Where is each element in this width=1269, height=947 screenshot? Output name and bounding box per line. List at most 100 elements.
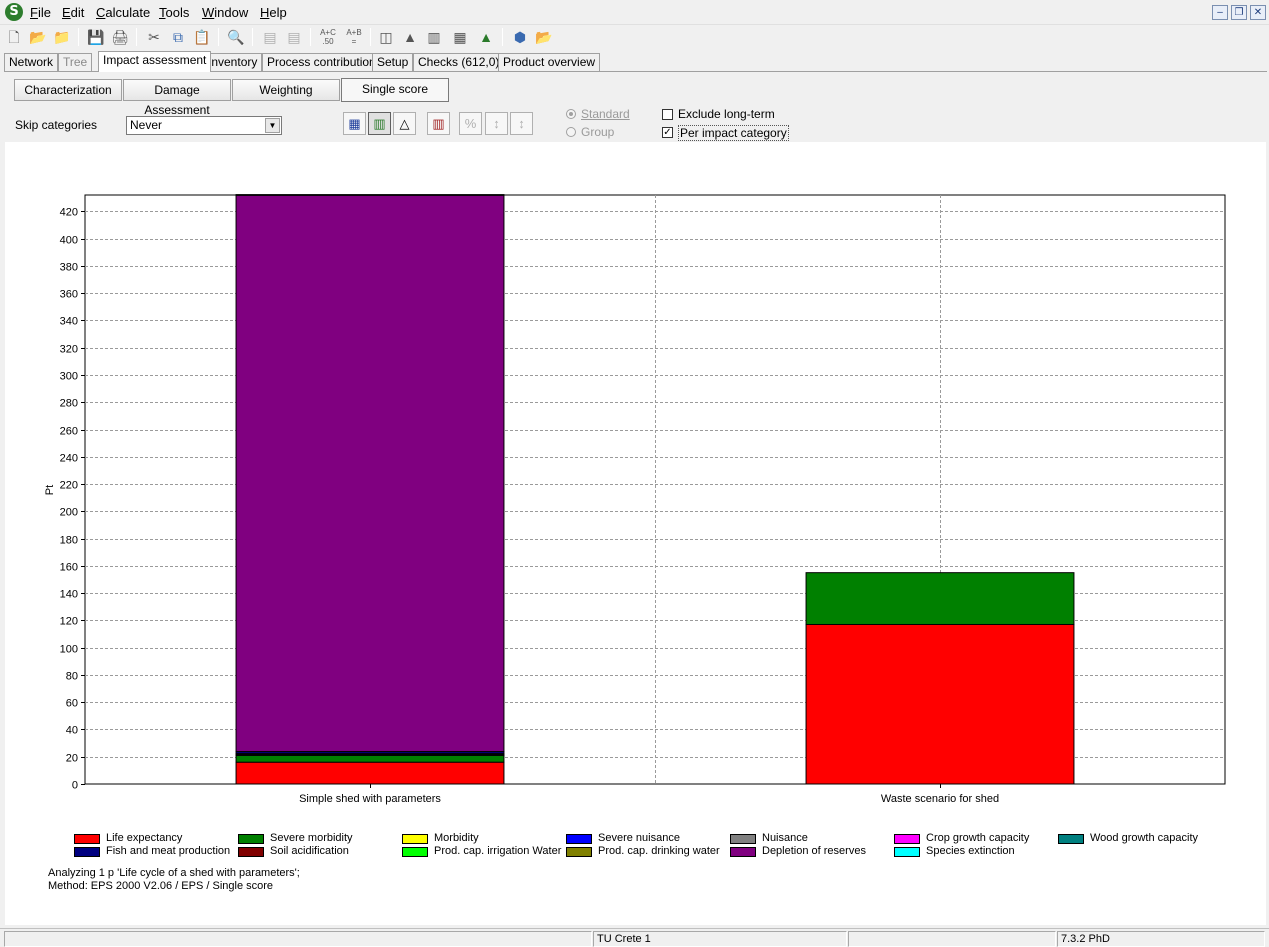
- status-version: 7.3.2 PhD: [1057, 931, 1265, 947]
- exclude-long-term-checkbox[interactable]: [662, 109, 673, 120]
- print-icon[interactable]: 🖨: [110, 27, 130, 47]
- subtab-damage-assessment[interactable]: Damage Assessment: [123, 79, 231, 117]
- library-icon[interactable]: ⬢: [510, 27, 530, 47]
- restore-icon[interactable]: ❐: [1231, 5, 1247, 20]
- legend-swatch: [238, 834, 264, 844]
- calculate-sum-icon[interactable]: A+B =: [344, 27, 364, 47]
- tab-product-overview[interactable]: Product overview: [498, 53, 601, 71]
- network-icon[interactable]: ◫: [376, 27, 396, 47]
- y-tick-label: 420: [60, 207, 78, 219]
- cut-icon[interactable]: ✂: [144, 27, 164, 47]
- group-radio: [566, 127, 576, 137]
- toolbar-separator: [252, 28, 253, 46]
- x-tick-label: Simple shed with parameters: [299, 793, 441, 805]
- legend-label: Severe morbidity: [270, 832, 353, 844]
- subtab-weighting[interactable]: Weighting: [232, 79, 340, 101]
- folders-icon[interactable]: 📂: [534, 27, 554, 47]
- toolbar-separator: [218, 28, 219, 46]
- group-label: Group: [581, 125, 615, 139]
- legend-swatch: [894, 847, 920, 857]
- legend-swatch: [74, 834, 100, 844]
- save-icon[interactable]: 💾: [86, 27, 106, 47]
- legend-swatch: [238, 847, 264, 857]
- open-project-icon[interactable]: 📁: [52, 27, 72, 47]
- method-description: Method: EPS 2000 V2.06 / EPS / Single sc…: [48, 880, 274, 892]
- legend-label: Prod. cap. irrigation Water: [434, 845, 562, 857]
- subtab-single-score[interactable]: Single score: [341, 78, 449, 102]
- menu-tools[interactable]: Tools: [159, 5, 189, 20]
- toolbar-separator: [136, 28, 137, 46]
- tab-inventory[interactable]: Inventory: [203, 53, 263, 71]
- tab-checks[interactable]: Checks (612,0): [413, 53, 505, 71]
- legend-swatch: [402, 834, 428, 844]
- per-impact-category-label[interactable]: Per impact category: [678, 125, 789, 141]
- toolbar-separator: [502, 28, 503, 46]
- menu-window[interactable]: Window: [202, 5, 248, 20]
- search-icon[interactable]: 🔍: [226, 27, 246, 47]
- legend-swatch: [894, 834, 920, 844]
- single-score-chart: Pt 0 20 40 60 80 100 120 140 160 180 200 220 240 260 2…: [44, 194, 1226, 805]
- y-tick-label: 80: [66, 671, 78, 683]
- legend-label: Prod. cap. drinking water: [598, 845, 720, 857]
- legend-label: Soil acidification: [270, 845, 349, 857]
- calculate-compare-icon[interactable]: A+C .50: [318, 27, 338, 47]
- menu-help[interactable]: Help: [260, 5, 287, 20]
- chevron-down-icon[interactable]: ▼: [265, 118, 280, 133]
- menu-file[interactable]: File: [30, 5, 51, 20]
- bar-segment: [235, 194, 505, 753]
- paste-icon[interactable]: 📋: [192, 27, 212, 47]
- exclude-long-term-label[interactable]: Exclude long-term: [678, 107, 775, 121]
- toolbar: 🗋 📂 📁 💾 🖨 ✂ ⧉ 📋 🔍 ▤ ▤ A+C .50 A+B = ◫ ▲ …: [0, 25, 1269, 50]
- subtab-characterization[interactable]: Characterization: [14, 79, 122, 101]
- legend-label: Severe nuisance: [598, 832, 680, 844]
- y-tick-label: 120: [60, 616, 78, 628]
- y-tick-label: 180: [60, 535, 78, 547]
- sort-percent-desc-icon: ↕: [510, 112, 533, 135]
- legend-label: Wood growth capacity: [1090, 832, 1199, 844]
- per-impact-category-checkbox[interactable]: ✓: [662, 127, 673, 138]
- insert-process-icon: ▤: [263, 29, 277, 45]
- distribution-icon[interactable]: ▲: [476, 27, 496, 47]
- close-icon[interactable]: ✕: [1250, 5, 1266, 20]
- legend-swatch: [74, 847, 100, 857]
- skip-categories-select[interactable]: Never ▼: [126, 116, 282, 135]
- legend-swatch: [566, 847, 592, 857]
- legend-label: Nuisance: [762, 832, 808, 844]
- tab-network[interactable]: Network: [4, 53, 59, 71]
- chart-options-icon[interactable]: ▥: [427, 112, 450, 135]
- chart-view-icon[interactable]: ▥: [368, 112, 391, 135]
- tree-icon[interactable]: ▲: [400, 27, 420, 47]
- y-tick-label: 240: [60, 453, 78, 465]
- tab-setup[interactable]: Setup: [372, 53, 414, 71]
- table-view-icon[interactable]: ▦: [343, 112, 366, 135]
- open-icon[interactable]: 📂: [28, 27, 48, 47]
- bar-segment: [805, 623, 1075, 785]
- bar-segment: [235, 761, 505, 785]
- y-tick-label: 100: [60, 644, 78, 656]
- y-tick-label: 20: [66, 753, 78, 765]
- y-tick-label: 40: [66, 725, 78, 737]
- toolbar-separator: [310, 28, 311, 46]
- menu-edit[interactable]: Edit: [62, 5, 84, 20]
- bar-chart-icon[interactable]: ▥: [424, 27, 444, 47]
- legend-swatch: [566, 834, 592, 844]
- y-tick-label: 220: [60, 480, 78, 492]
- x-tick-label: Waste scenario for shed: [881, 793, 999, 805]
- bar-segment: [235, 754, 505, 763]
- bar-segment: [235, 194, 505, 196]
- minimize-icon[interactable]: –: [1212, 5, 1228, 20]
- tab-impact-assessment[interactable]: Impact assessment: [98, 51, 212, 72]
- simapro-logo-icon[interactable]: S: [5, 3, 23, 21]
- y-tick-label: 320: [60, 344, 78, 356]
- bar-chart-multi-icon[interactable]: ▦: [450, 27, 470, 47]
- tab-process-contribution[interactable]: Process contribution: [262, 53, 381, 71]
- copy-icon[interactable]: ⧉: [168, 27, 188, 47]
- triangle-view-icon[interactable]: △: [393, 112, 416, 135]
- menu-calculate[interactable]: Calculate: [96, 5, 150, 20]
- bar-segment: [805, 572, 1075, 625]
- main-tabs: Network Tree Impact assessment Inventory…: [0, 51, 1269, 72]
- standard-radio: [566, 109, 576, 119]
- y-tick-label: 300: [60, 371, 78, 383]
- new-icon[interactable]: 🗋: [4, 27, 24, 47]
- y-tick-label: 360: [60, 289, 78, 301]
